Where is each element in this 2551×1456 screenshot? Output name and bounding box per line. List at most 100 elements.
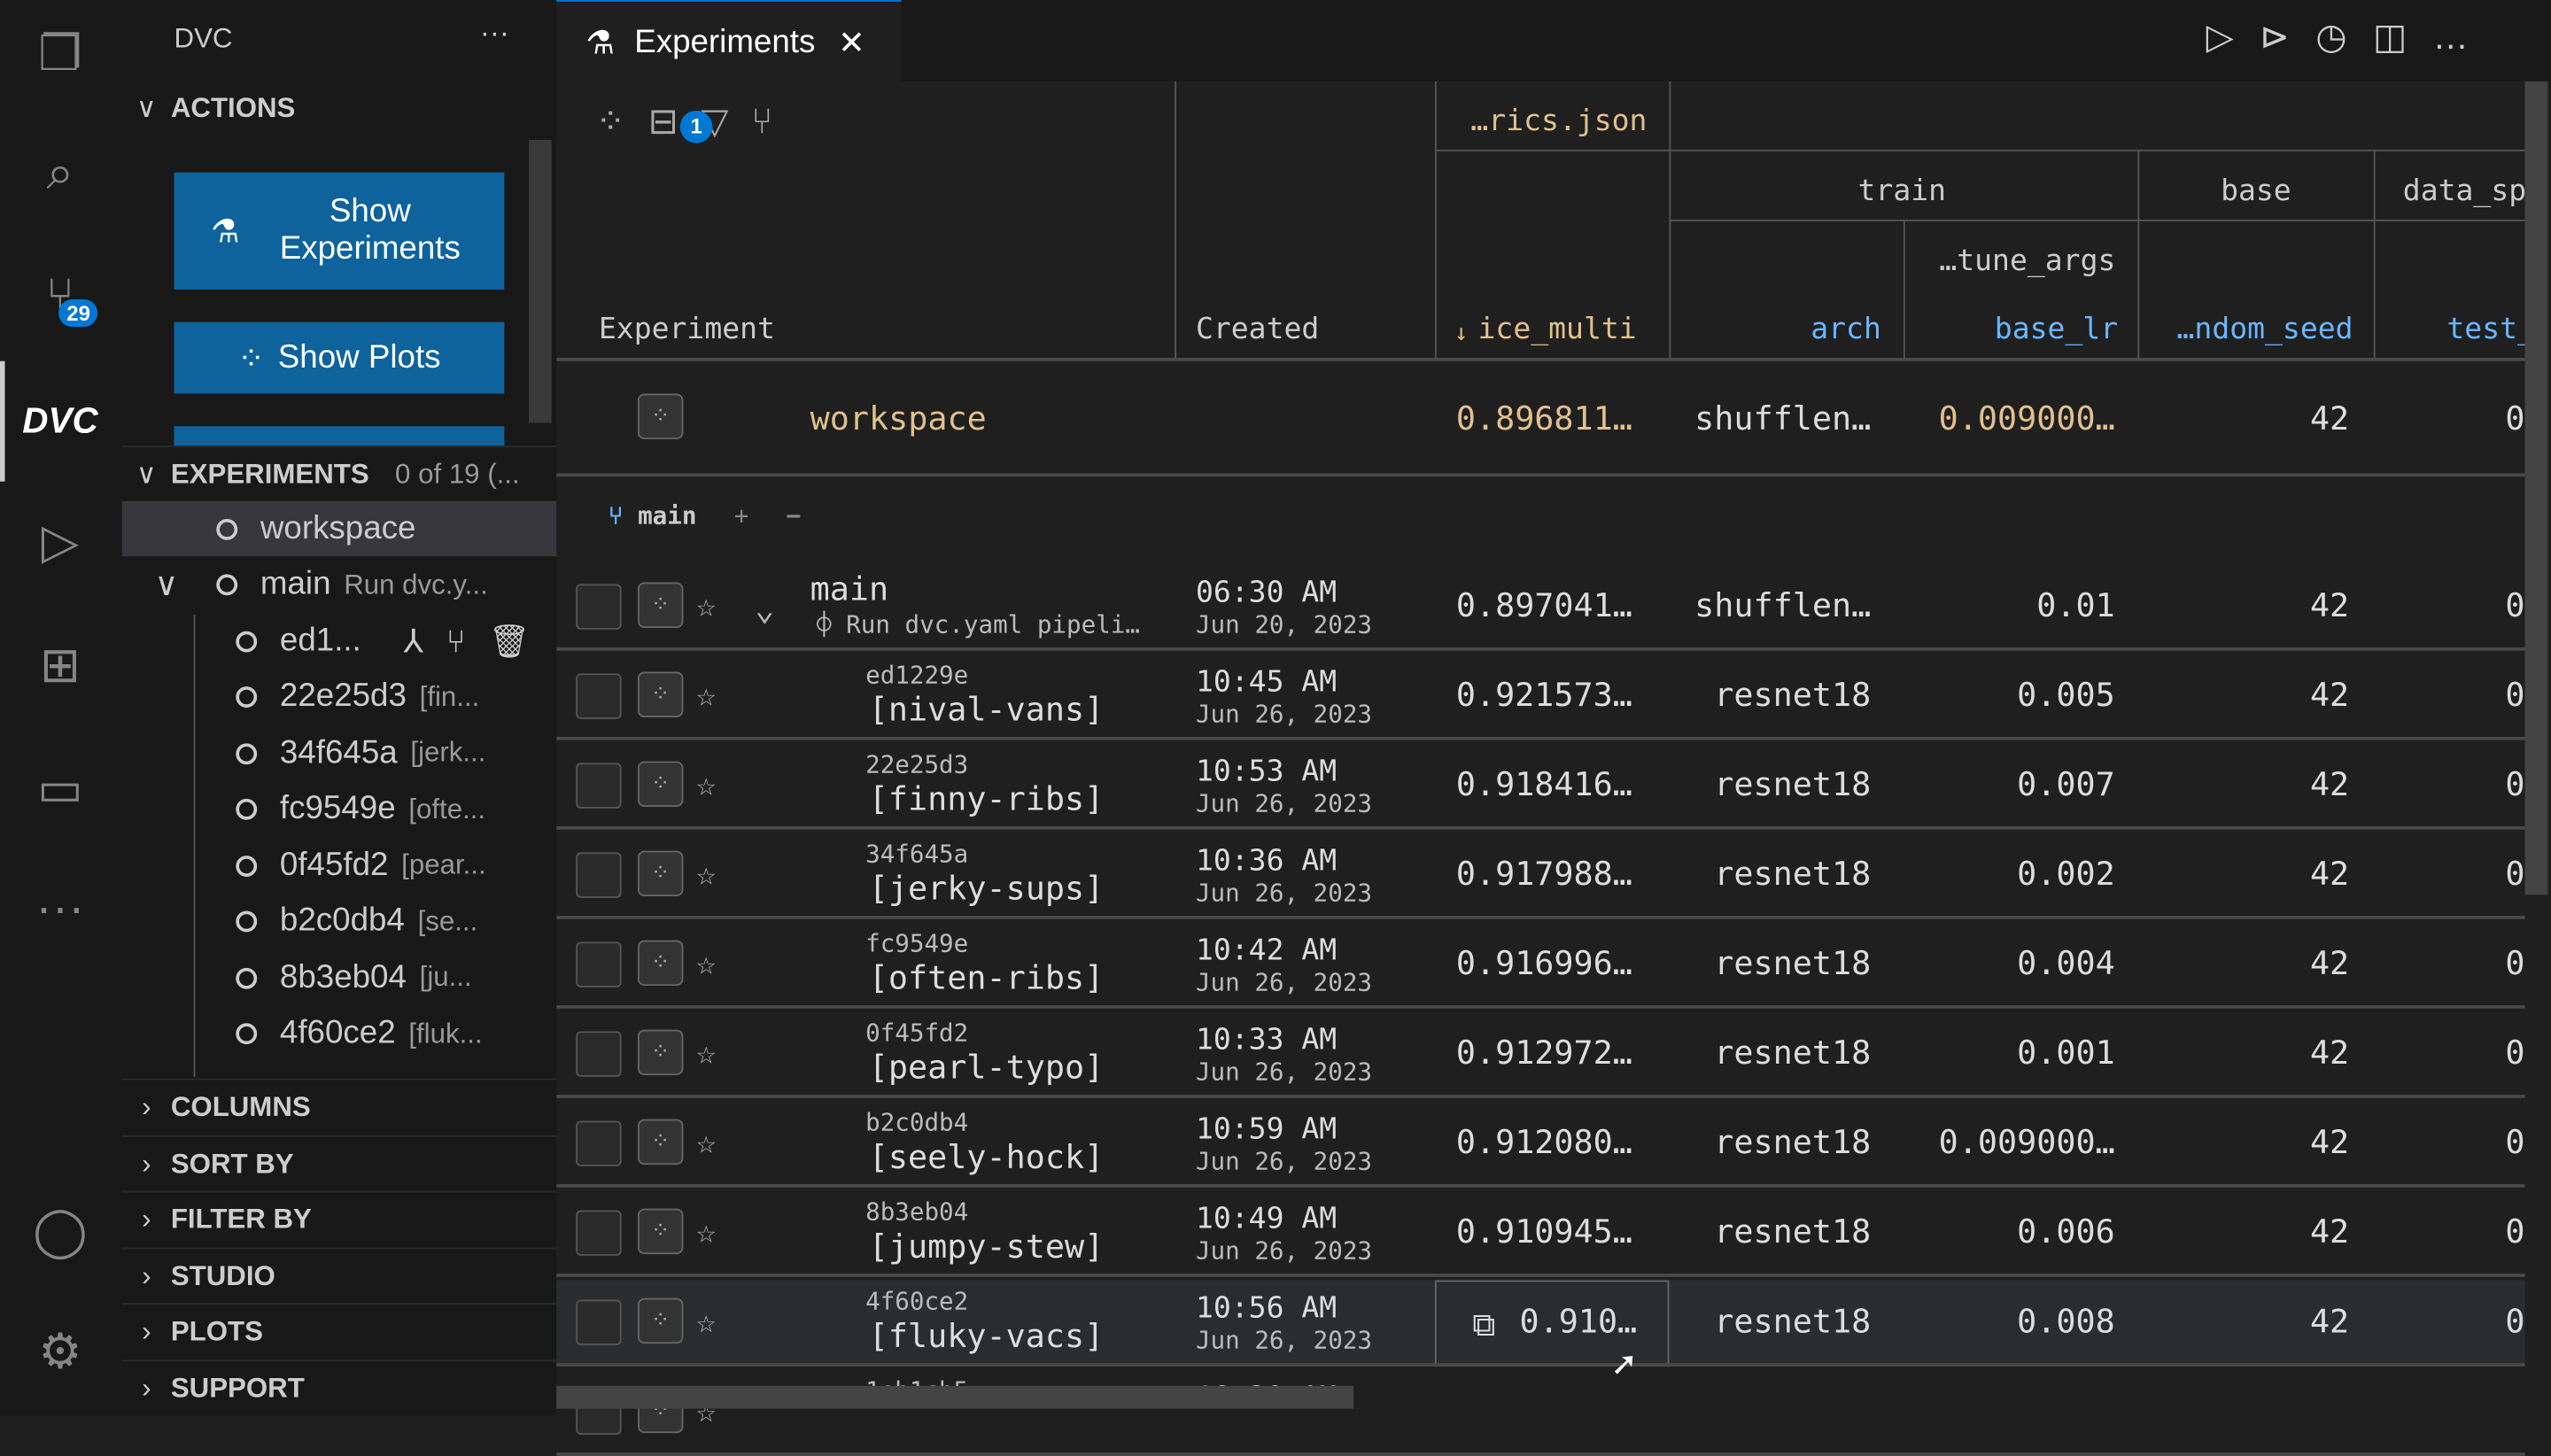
- cell-metric[interactable]: 0.916996…: [1456, 943, 1632, 982]
- cell-seed[interactable]: 42: [2183, 1122, 2349, 1161]
- header-seed[interactable]: …ndom_seed: [2177, 221, 2353, 360]
- show-experiments-button[interactable]: ⚗ Show Experiments: [174, 172, 505, 290]
- actions-section[interactable]: ∨ ACTIONS: [122, 81, 556, 136]
- cell-test[interactable]: 0: [2427, 1122, 2524, 1161]
- row-checkbox[interactable]: [576, 763, 622, 809]
- cell-seed[interactable]: 42: [2183, 854, 2349, 893]
- cell-metric[interactable]: 0.912080…: [1456, 1122, 1632, 1161]
- cell-seed[interactable]: 42: [2183, 1301, 2349, 1340]
- history-icon[interactable]: ◷: [2315, 16, 2373, 57]
- plot-toggle-icon[interactable]: ⁘: [637, 1297, 684, 1344]
- star-icon[interactable]: ☆: [696, 675, 716, 714]
- star-icon[interactable]: ☆: [696, 1033, 716, 1072]
- run-debug-icon[interactable]: ▷: [23, 504, 97, 578]
- cell-metric[interactable]: 0.912972…: [1456, 1033, 1632, 1072]
- star-icon[interactable]: ☆: [696, 1301, 716, 1340]
- split-editor-icon[interactable]: ◫: [2373, 16, 2433, 57]
- cell-metric[interactable]: 0.896811…: [1456, 399, 1632, 438]
- trash-icon[interactable]: 🗑: [488, 623, 552, 659]
- cell-seed[interactable]: 42: [2183, 943, 2349, 982]
- explorer-icon[interactable]: ❐: [23, 16, 97, 90]
- cell-metric[interactable]: 0.921573…: [1456, 675, 1632, 714]
- plot-toggle-icon[interactable]: ⁘: [637, 1119, 684, 1166]
- cell-base-lr[interactable]: 0.005: [1923, 675, 2115, 714]
- header-experiment[interactable]: Experiment: [599, 81, 775, 360]
- search-icon[interactable]: ⌕: [23, 136, 97, 211]
- star-icon[interactable]: ☆: [696, 764, 716, 803]
- tree-item[interactable]: ed1... ⅄⑂🗑: [122, 613, 556, 668]
- partially-hidden-button[interactable]: [174, 426, 505, 446]
- plot-toggle-icon[interactable]: ⁘: [637, 393, 684, 439]
- section-sort-by[interactable]: › SORT BY: [121, 1135, 557, 1191]
- more-icon[interactable]: …: [2433, 16, 2495, 57]
- cell-arch[interactable]: resnet18: [1692, 854, 1871, 893]
- cell-base-lr[interactable]: 0.008: [1923, 1301, 2115, 1340]
- vertical-scrollbar[interactable]: [2524, 81, 2548, 895]
- header-base[interactable]: base: [2221, 151, 2291, 221]
- plot-toggle-icon[interactable]: ⁘: [637, 582, 684, 628]
- plot-toggle-icon[interactable]: ⁘: [637, 1029, 684, 1076]
- extensions-icon[interactable]: ⊞: [23, 628, 97, 702]
- chevron-down-icon[interactable]: ∨: [154, 564, 178, 605]
- more-icon[interactable]: ···: [23, 871, 97, 946]
- cell-arch[interactable]: shufflen…: [1692, 585, 1871, 624]
- cell-arch[interactable]: shufflen…: [1692, 399, 1871, 438]
- cell-seed[interactable]: 42: [2183, 1033, 2349, 1072]
- cell-test[interactable]: 0: [2427, 943, 2524, 982]
- branch-icon[interactable]: ⑂: [446, 623, 489, 659]
- star-icon[interactable]: ☆: [696, 854, 716, 893]
- row-checkbox[interactable]: [576, 673, 622, 719]
- plot-toggle-icon[interactable]: ⁘: [637, 940, 684, 987]
- cell-test[interactable]: 0: [2427, 1301, 2524, 1340]
- tree-item[interactable]: 4f60ce2 [fluk...: [122, 1006, 556, 1061]
- tab-experiments[interactable]: ⚗ Experiments ✕: [556, 0, 902, 83]
- chevron-down-icon[interactable]: ⌄: [755, 589, 774, 628]
- remote-explorer-icon[interactable]: ▭: [23, 752, 97, 826]
- header-metric[interactable]: ↓ ice_multi: [1454, 221, 1637, 360]
- section-filter-by[interactable]: › FILTER BY: [121, 1190, 557, 1247]
- cell-base-lr[interactable]: 0.009000…: [1923, 1122, 2115, 1161]
- header-test[interactable]: test_: [2446, 221, 2535, 360]
- more-actions-icon[interactable]: ···: [480, 16, 509, 50]
- tree-item[interactable]: b2c0db4 [se...: [122, 894, 556, 949]
- cell-base-lr[interactable]: 0.002: [1923, 854, 2115, 893]
- row-checkbox[interactable]: [576, 584, 622, 630]
- row-checkbox[interactable]: [576, 1120, 622, 1166]
- cell-test[interactable]: 0: [2427, 854, 2524, 893]
- cell-seed[interactable]: 42: [2183, 675, 2349, 714]
- horizontal-scrollbar[interactable]: [556, 1385, 1354, 1409]
- copy-icon[interactable]: ⧉: [1472, 1305, 1495, 1344]
- row-checkbox[interactable]: [576, 1299, 622, 1345]
- cell-base-lr[interactable]: 0.01: [1923, 585, 2114, 624]
- cell-metric[interactable]: 0.918416…: [1456, 764, 1632, 803]
- cell-metric[interactable]: 0.910945…: [1456, 1212, 1632, 1251]
- star-icon[interactable]: ☆: [696, 943, 716, 982]
- plot-toggle-icon[interactable]: ⁘: [637, 671, 684, 717]
- star-icon[interactable]: ☆: [696, 1122, 716, 1161]
- cell-test[interactable]: 0: [2427, 764, 2524, 803]
- cell-arch[interactable]: resnet18: [1692, 1301, 1871, 1340]
- header-train[interactable]: train: [1858, 151, 1947, 221]
- show-plots-button[interactable]: ⁘ Show Plots: [174, 321, 505, 394]
- section-support[interactable]: › SUPPORT: [121, 1359, 557, 1416]
- settings-gear-icon[interactable]: ⚙: [23, 1314, 97, 1389]
- header-data-sp[interactable]: data_sp: [2403, 151, 2526, 221]
- cell-test[interactable]: 0: [2427, 675, 2524, 714]
- cell-seed[interactable]: 42: [2183, 764, 2349, 803]
- cell-seed[interactable]: 42: [2183, 399, 2349, 438]
- row-checkbox[interactable]: [576, 941, 622, 987]
- close-icon[interactable]: ✕: [838, 22, 865, 63]
- dvc-icon[interactable]: DVC: [22, 383, 97, 458]
- run-icon[interactable]: ▷: [2206, 16, 2260, 57]
- section-studio[interactable]: › STUDIO: [121, 1246, 557, 1304]
- cell-arch[interactable]: resnet18: [1692, 943, 1871, 982]
- cell-arch[interactable]: resnet18: [1692, 1033, 1871, 1072]
- run-all-icon[interactable]: ⊳: [2260, 16, 2315, 57]
- tree-item[interactable]: 34f645a [jerk...: [122, 725, 556, 780]
- tree-item[interactable]: 22e25d3 [fin...: [122, 670, 556, 724]
- actions-scrollbar[interactable]: [528, 139, 552, 423]
- plot-toggle-icon[interactable]: ⁘: [637, 1208, 684, 1255]
- cell-metric[interactable]: 0.897041…: [1456, 585, 1632, 624]
- plot-toggle-icon[interactable]: ⁘: [637, 850, 684, 897]
- cell-base-lr[interactable]: 0.001: [1923, 1033, 2115, 1072]
